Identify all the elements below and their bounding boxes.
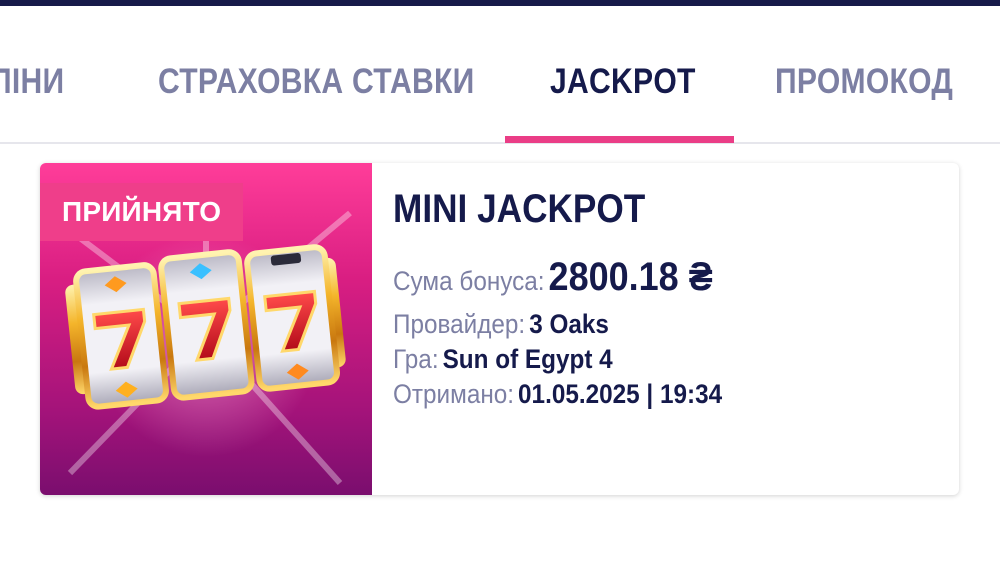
received-value: 01.05.2025 | 19:34: [518, 379, 723, 409]
slot-777-reels-icon: ПРИЙНЯТО: [40, 163, 372, 495]
status-badge: ПРИЙНЯТО: [40, 183, 244, 241]
tab-spins[interactable]: СПІНИ: [0, 62, 64, 102]
tab-bet-insurance[interactable]: СТРАХОВКА СТАВКИ: [158, 62, 475, 102]
active-tab-indicator: [505, 136, 734, 143]
game-value: Sun of Egypt 4: [442, 344, 613, 374]
game-row: Гра: Sun of Egypt 4: [393, 344, 613, 375]
bonus-amount-value: 2800.18 ₴: [548, 255, 713, 299]
game-label: Гра:: [393, 344, 439, 374]
received-row: Отримано: 01.05.2025 | 19:34: [393, 379, 722, 410]
provider-row: Провайдер: 3 Oaks: [393, 309, 609, 340]
bonus-title: MINI JACKPOT: [393, 187, 646, 231]
bonus-amount-row: Сума бонуса: 2800.18 ₴: [393, 255, 713, 300]
provider-value: 3 Oaks: [529, 309, 609, 339]
bonus-tabs: СПІНИ СТРАХОВКА СТАВКИ JACKPOT ПРОМОКОД: [0, 6, 1000, 144]
bonuses-page: СПІНИ СТРАХОВКА СТАВКИ JACKPOT ПРОМОКОД: [0, 0, 1000, 575]
jackpot-bonus-card: ПРИЙНЯТО MINI JACKPOT Сума бонуса: 2800.…: [40, 163, 959, 495]
tab-jackpot[interactable]: JACKPOT: [550, 62, 696, 102]
provider-label: Провайдер:: [393, 309, 526, 339]
tab-promocode[interactable]: ПРОМОКОД: [775, 62, 953, 102]
bonus-amount-label: Сума бонуса:: [393, 266, 545, 296]
received-label: Отримано:: [393, 379, 515, 409]
